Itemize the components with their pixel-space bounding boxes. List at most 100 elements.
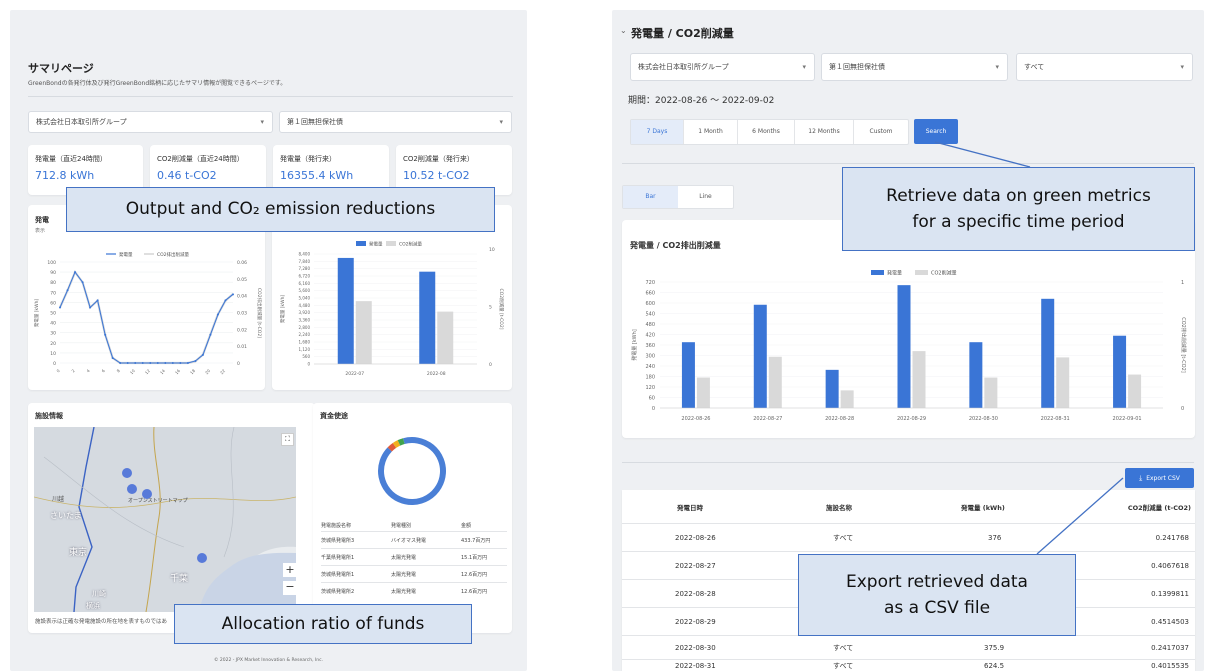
y-axis-label: 発電量 [kWh] bbox=[631, 329, 638, 361]
series-line-co2 bbox=[58, 269, 234, 365]
y-tick-label: 300 bbox=[645, 354, 655, 360]
legend-label: CO2排出削減量 bbox=[157, 251, 190, 258]
funds-cell: バイオマス発電 bbox=[391, 537, 427, 544]
bar-output bbox=[419, 271, 436, 364]
funds-header: 金額 bbox=[461, 522, 472, 529]
data-point bbox=[232, 293, 234, 296]
table-cell: 2022-08-30 bbox=[675, 643, 716, 652]
legend-label: CO2削減量 bbox=[931, 270, 957, 277]
bar-chart-button[interactable]: Bar bbox=[623, 186, 678, 208]
table-cell: 2022-08-27 bbox=[675, 561, 716, 570]
funds-cell: 太陽光発電 bbox=[391, 589, 417, 595]
export-csv-button[interactable]: ⤓ Export CSV bbox=[1125, 468, 1194, 488]
bond-select[interactable]: 第１回無担保社債 ▾ bbox=[279, 111, 512, 133]
map-label: 千葉 bbox=[170, 574, 189, 584]
metric-value: 10.52 t-CO2 bbox=[403, 169, 470, 182]
map-label: 東京 bbox=[69, 548, 88, 558]
data-point bbox=[81, 281, 84, 284]
bond-select-value: 第１回無担保社債 bbox=[287, 118, 343, 126]
y2-tick-label: 10 bbox=[489, 247, 495, 253]
x-tick-label: 8 bbox=[116, 368, 122, 374]
y2-tick-label: 0 bbox=[237, 361, 240, 367]
output-line-chart: 10090807060504030201000.060.050.040.030.… bbox=[33, 251, 263, 375]
y-tick-label: 7,840 bbox=[299, 259, 311, 264]
zoom-in-button[interactable]: + bbox=[283, 563, 297, 577]
table-cell: すべて bbox=[833, 661, 854, 670]
table-cell: 2022-08-29 bbox=[675, 617, 716, 626]
bar-co2 bbox=[355, 301, 372, 364]
table-cell: すべて bbox=[833, 643, 854, 652]
x-tick-label: 2022-08-29 bbox=[897, 416, 926, 422]
y-tick-label: 2,240 bbox=[299, 332, 311, 337]
metric-label: CO2削減量（発行来） bbox=[403, 155, 474, 163]
funds-table: 発電施設名称 発電種別 金額 茨城県発電所3 バイオマス発電 433.7百万円 千葉… bbox=[321, 519, 507, 600]
bar-output bbox=[1113, 335, 1127, 408]
y-tick-label: 3,920 bbox=[299, 310, 311, 315]
table-cell: 2022-08-26 bbox=[675, 533, 716, 542]
y2-tick-label: 0.03 bbox=[237, 311, 247, 317]
y2-axis-label: CO2削減量 [t-CO2] bbox=[498, 289, 505, 330]
funds-allocation-card: 資金使途 発電施設名称 発電種別 金額 茨城県発電所3 バイオマス発電 433.7百… bbox=[313, 403, 512, 633]
data-point bbox=[126, 362, 129, 364]
bar-output bbox=[1041, 298, 1055, 408]
table-cell: 376 bbox=[988, 533, 1002, 542]
bar-co2 bbox=[1056, 357, 1070, 408]
funds-cell: 茨城県発電所2 bbox=[321, 589, 355, 595]
funds-cell: 12.6百万円 bbox=[461, 589, 488, 595]
x-tick-label: 10 bbox=[129, 368, 136, 375]
y-tick-label: 0 bbox=[652, 406, 655, 412]
legend-swatch bbox=[386, 241, 396, 246]
line-chart-button[interactable]: Line bbox=[678, 186, 733, 208]
x-tick-label: 2 bbox=[70, 368, 76, 374]
map-note: 施設表示は正確な発電施設の所在地を表すものではあ bbox=[35, 619, 168, 625]
bar-output bbox=[337, 257, 354, 364]
table-cell: 2022-08-28 bbox=[675, 589, 716, 598]
export-csv-label: Export CSV bbox=[1146, 474, 1180, 482]
fullscreen-icon[interactable]: ⛶ bbox=[281, 433, 294, 446]
range-custom-button[interactable]: Custom bbox=[853, 120, 908, 144]
chevron-down-icon: ▾ bbox=[995, 63, 999, 71]
pie-slice bbox=[397, 438, 405, 446]
issuer-select[interactable]: 株式会社日本取引所グループ ▾ bbox=[28, 111, 273, 133]
search-button[interactable]: Search bbox=[914, 119, 958, 144]
y-tick-label: 2,800 bbox=[299, 325, 311, 330]
funds-cell: 433.7百万円 bbox=[461, 537, 491, 544]
map-label: さいたま bbox=[50, 511, 82, 520]
collapse-chevron-icon[interactable]: ⌄ bbox=[620, 26, 627, 35]
data-point bbox=[104, 333, 107, 336]
export-callout: Export retrieved data as a CSV file bbox=[798, 554, 1076, 636]
y2-tick-label: 0.04 bbox=[237, 294, 247, 300]
zoom-out-button[interactable]: − bbox=[283, 581, 297, 595]
pie-slice bbox=[387, 442, 397, 452]
issuer-select-value: 株式会社日本取引所グループ bbox=[36, 118, 127, 126]
y2-tick-label: 0.06 bbox=[237, 260, 247, 266]
column-header: 発電日時 bbox=[677, 503, 703, 512]
data-point bbox=[194, 359, 197, 362]
funds-cell: 千葉県発電所1 bbox=[321, 554, 355, 561]
y-tick-label: 4,480 bbox=[299, 303, 311, 308]
data-point bbox=[74, 271, 77, 274]
data-point bbox=[111, 356, 114, 359]
y-tick-label: 5,600 bbox=[299, 288, 311, 293]
table-cell: 0.4514503 bbox=[1151, 617, 1189, 626]
x-tick-label: 2022-08 bbox=[427, 371, 446, 377]
range-6months-button[interactable]: 6 Months bbox=[737, 120, 794, 144]
range-1month-button[interactable]: 1 Month bbox=[683, 120, 737, 144]
allocation-callout-text: Allocation ratio of funds bbox=[221, 613, 425, 634]
y2-tick-label: 0.02 bbox=[237, 327, 247, 333]
funds-cell: 12.6百万円 bbox=[461, 571, 488, 578]
table-cell: 0.4067618 bbox=[1151, 561, 1189, 570]
y-tick-label: 540 bbox=[645, 312, 655, 318]
metric-value: 0.46 t-CO2 bbox=[157, 169, 217, 182]
y-axis-label: 発電量 [kWh] bbox=[33, 299, 40, 328]
issuer-select[interactable]: 株式会社日本取引所グループ ▾ bbox=[630, 53, 815, 81]
bond-select[interactable]: 第１回無担保社債 ▾ bbox=[821, 53, 1008, 81]
facility-select[interactable]: すべて ▾ bbox=[1016, 53, 1193, 81]
y-tick-label: 1,680 bbox=[299, 340, 311, 345]
funds-cell: 茨城県発電所3 bbox=[321, 537, 355, 544]
range-7days-button[interactable]: 7 Days bbox=[631, 120, 683, 144]
range-12months-button[interactable]: 12 Months bbox=[794, 120, 853, 144]
table-row: 2022-08-30 すべて 375.9 0.2417037 bbox=[622, 636, 1195, 660]
x-tick-label: 4 bbox=[85, 368, 91, 374]
funds-cell: 茨城県発電所1 bbox=[321, 571, 355, 578]
